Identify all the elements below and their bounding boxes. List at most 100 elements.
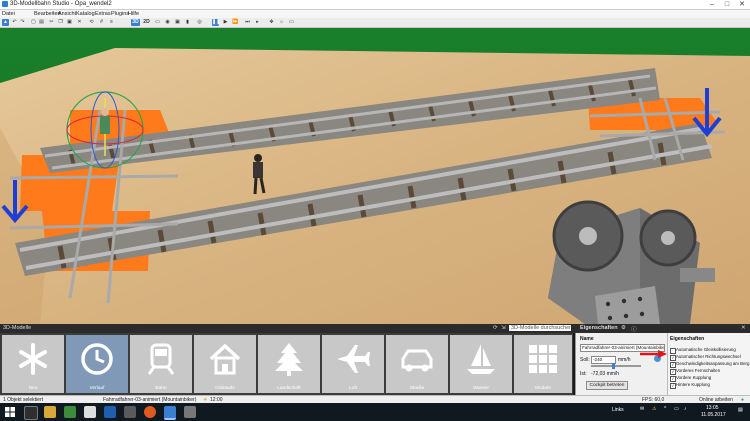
train-view-icon[interactable]: ▭ [154,19,161,26]
skip-icon[interactable]: ⏭ [244,19,251,26]
open-icon[interactable]: ▤ [38,19,45,26]
menu-hilfe[interactable]: Hilfe [128,11,139,17]
task-view-icon[interactable] [24,406,38,420]
clock-time[interactable]: 13:05 [706,405,719,411]
pause-icon[interactable]: ❚❚ [212,19,220,26]
next-icon[interactable]: ▸ [254,19,261,26]
ist-label: Ist: [580,371,587,377]
tab-eigenschaften[interactable]: Eigenschaften [580,325,618,331]
name-label: Name [580,336,594,342]
category-label: Landschaft [277,386,301,391]
ist-speed-value: -72,03 mm/h [591,371,620,377]
volume-icon[interactable]: ♪ [684,406,687,412]
network-icon[interactable]: ▭ [674,406,679,412]
category-verlauf[interactable]: Verlauf [66,335,128,393]
mail-icon[interactable]: ✉ [640,406,644,412]
landscape-icon[interactable]: ▭ [288,19,295,26]
delete-icon[interactable]: ✕ [76,19,83,26]
minimize-icon[interactable]: – [705,0,719,9]
layer-icon[interactable]: ≡ [108,19,115,26]
speed-slider-thumb[interactable] [612,363,615,369]
option-label: Vorderes Fernschalten [676,368,721,373]
play-icon[interactable]: ▶ [222,19,229,26]
new-icon[interactable]: ▢ [30,19,37,26]
links-toolbar[interactable]: Links [612,407,624,413]
category-strasse[interactable]: Straße [386,335,448,393]
menu-extras[interactable]: Extras [95,11,111,17]
redo-icon[interactable]: ↷ [19,19,26,26]
speed-slider[interactable] [591,365,641,367]
expand-icon[interactable]: ⇲ [501,325,506,331]
category-label: Bahn [155,386,167,391]
category-label: Gebäude [215,386,235,391]
windows-start-icon[interactable] [5,407,15,417]
media-icon[interactable] [184,406,196,418]
title-bar: 3D-Modellbahn Studio - Opa_wendel2 – □ ✕ [0,0,750,10]
menu-ansicht[interactable]: Ansicht [58,11,76,17]
calculator-icon[interactable] [64,406,76,418]
menu-datei[interactable]: Datei [2,11,15,17]
sailboat-icon [467,344,495,374]
airplane-icon [337,345,370,373]
notification-icon[interactable]: ▤ [738,407,743,413]
close-icon[interactable]: ✕ [735,0,749,9]
scene-render[interactable] [0,28,750,324]
refresh-icon[interactable]: ⟳ [493,325,498,331]
signal-icon[interactable]: ▮ [184,19,191,26]
option-label: Hintere Kupplung [676,382,710,387]
file-explorer-icon[interactable] [44,406,56,418]
word-icon[interactable] [104,406,116,418]
eye-icon[interactable]: ◎ [196,19,203,26]
clock-date[interactable]: 11.05.2017 [701,412,726,418]
select-tool-icon[interactable]: ▲ [2,19,9,26]
category-module[interactable]: Module [514,335,572,393]
grid-snap-icon[interactable]: # [98,19,105,26]
menu-bearbeiten[interactable]: Bearbeiten [34,11,61,17]
view-2d-button[interactable]: 2D [142,19,151,26]
firefox-icon[interactable] [144,406,156,418]
fit-icon[interactable]: ✥ [268,19,275,26]
category-label: Neu [28,386,38,391]
category-luft[interactable]: Luft [322,335,384,393]
soll-unit: mm/h [618,357,631,363]
clock-icon [81,343,113,375]
category-bahn[interactable]: Bahn [130,335,192,393]
menu-plugins[interactable]: Plugins [111,11,129,17]
menu-katalog[interactable]: Katalog [76,11,95,17]
paste-icon[interactable]: ▣ [66,19,73,26]
info-icon[interactable]: ⓘ [631,325,637,333]
3d-viewport[interactable] [0,28,750,324]
tab-3d-modelle[interactable]: 3D-Modelle [3,325,31,331]
cockpit-button[interactable]: Cockpit betreten [586,381,628,390]
model-search-input[interactable]: 3D-Modelle durchsuchen... [509,325,571,331]
tree-icon [275,343,303,376]
camera-model[interactable] [548,200,715,324]
app-icon[interactable] [124,406,136,418]
modellbahn-studio-icon[interactable] [164,406,176,420]
cut-icon[interactable]: ✂ [48,19,55,26]
chevron-up-icon[interactable]: ^ [664,406,666,412]
house-icon [209,343,241,375]
rotate-icon[interactable]: ⟲ [88,19,95,26]
category-landschaft[interactable]: Landschaft [258,335,320,393]
camera-icon[interactable]: ◉ [164,19,171,26]
close-panel-icon[interactable]: ✕ [741,325,746,331]
toolbar: ▲ ↶ ↷ ▢ ▤ ✂ ❐ ▣ ✕ ⟲ # ≡ 3D 2D ▭ ◉ ▣ ▮ ◎ … [0,18,750,28]
category-label: Module [535,386,551,391]
red-arrow-icon [640,350,667,358]
notepad-icon[interactable] [84,406,96,418]
category-gebaeude[interactable]: Gebäude [194,335,256,393]
view-3d-button[interactable]: 3D [131,19,140,26]
lock-icon[interactable]: ▣ [174,19,181,26]
category-label: Wasser [472,386,490,391]
copy-icon[interactable]: ❐ [57,19,64,26]
settings-icon[interactable]: ⚙ [621,325,626,331]
fast-forward-icon[interactable]: ⏩ [232,19,239,26]
sun-icon[interactable]: ☼ [278,19,285,26]
category-neu[interactable]: Neu [2,335,64,393]
category-wasser[interactable]: Wasser [450,335,512,393]
warning-icon[interactable]: ⚠ [652,406,656,412]
category-label: Verlauf [89,386,105,391]
undo-icon[interactable]: ↶ [11,19,18,26]
maximize-icon[interactable]: □ [720,0,734,9]
